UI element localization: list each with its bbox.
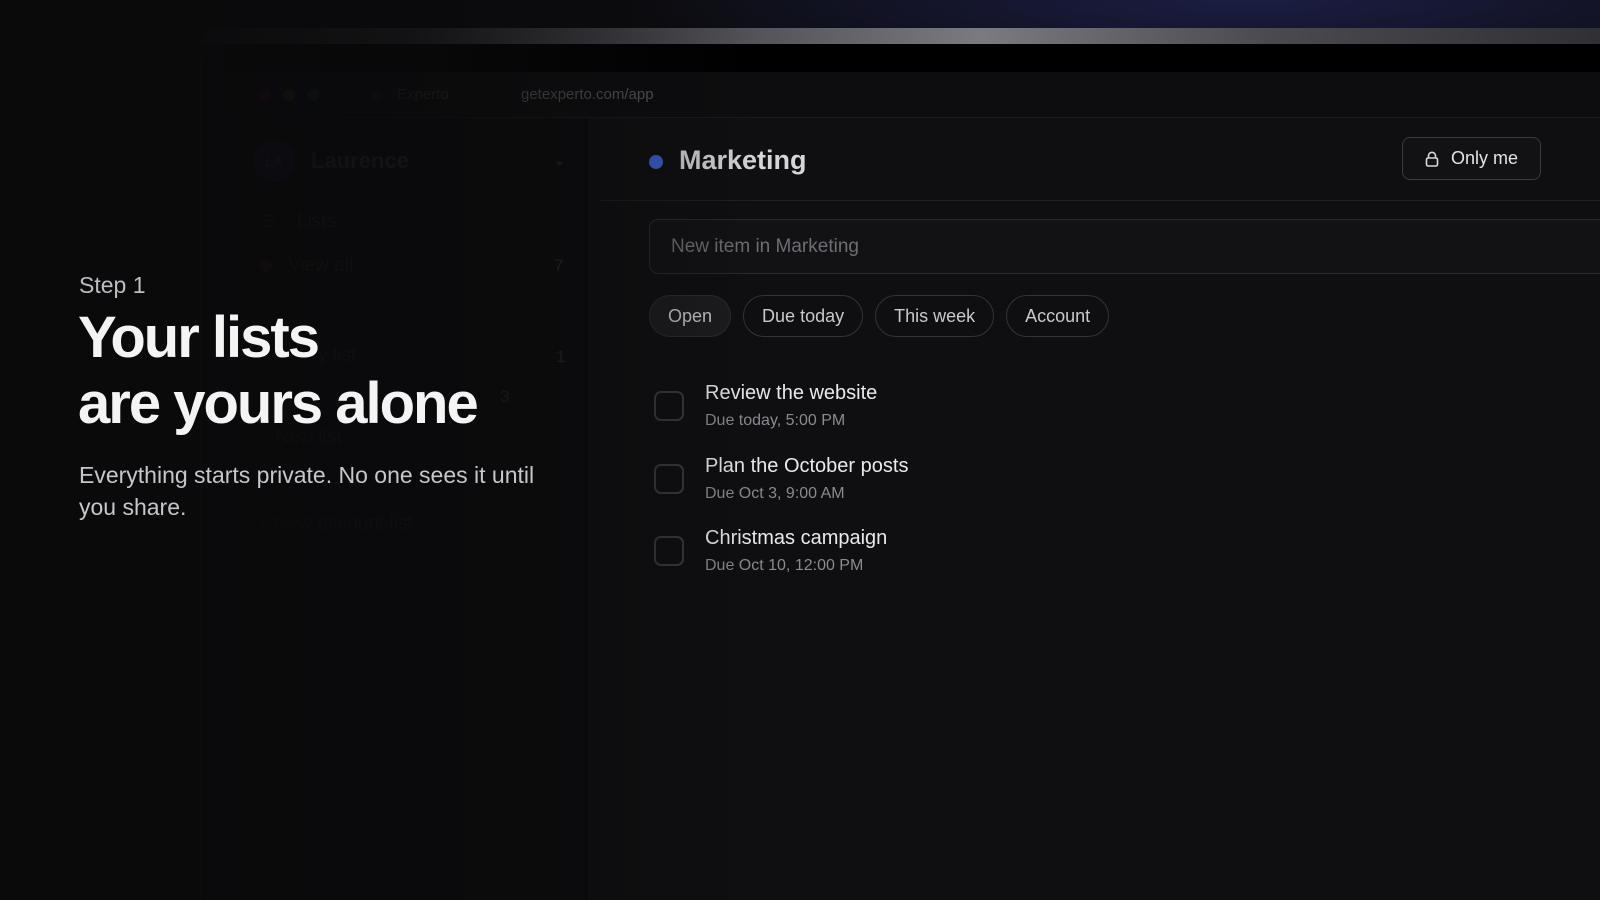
item-checkbox[interactable]	[654, 536, 684, 566]
sidebar-item-view-all[interactable]: View all	[288, 255, 353, 277]
list-item[interactable]: Christmas campaign Due Oct 10, 12:00 PM	[654, 525, 1254, 585]
list-item[interactable]: Plan the October posts Due Oct 3, 9:00 A…	[654, 453, 1254, 513]
screen-border	[226, 44, 1600, 72]
divider	[600, 200, 1600, 201]
sidebar-item-lists[interactable]: Lists	[297, 211, 336, 233]
item-title: Review the website	[705, 382, 878, 404]
item-due-date: Due Oct 3, 9:00 AM	[705, 485, 845, 502]
chevron-down-icon[interactable]: ⌄	[554, 152, 566, 169]
list-color-dot	[649, 155, 663, 169]
sharing-button[interactable]: Only me	[1402, 137, 1541, 180]
filter-chips: Open Due today This week Account	[649, 295, 1110, 337]
filter-due-today[interactable]: Due today	[743, 295, 864, 337]
avatar-initials: LA	[265, 153, 283, 169]
account-switcher[interactable]: Laurence	[311, 148, 409, 174]
item-checkbox[interactable]	[654, 464, 684, 494]
headline-line-1: Your lists	[78, 305, 320, 370]
list-icon: ☰	[261, 212, 277, 231]
close-window-button[interactable]	[259, 89, 271, 101]
page-title: Marketing	[679, 145, 807, 175]
new-item-field[interactable]	[649, 219, 1600, 274]
maximize-window-button[interactable]	[307, 89, 319, 101]
view-all-dot-icon	[259, 259, 272, 272]
headline-line-2: are yours alone	[78, 371, 479, 436]
subheadline: Everything starts private. No one sees i…	[79, 462, 535, 520]
lock-icon	[1425, 151, 1439, 167]
headline: Your lists are yours alone	[78, 305, 479, 437]
filter-open[interactable]: Open	[649, 295, 732, 337]
browser-tab-title[interactable]: Experto	[397, 86, 449, 103]
step-label: Step 1	[79, 272, 146, 298]
minimize-window-button[interactable]	[283, 89, 295, 101]
item-due-date: Due today, 5:00 PM	[705, 412, 846, 429]
list-count: 3	[500, 387, 510, 406]
item-title: Plan the October posts	[705, 455, 909, 477]
item-checkbox[interactable]	[654, 391, 684, 421]
item-title: Christmas campaign	[705, 527, 888, 549]
filter-this-week[interactable]: This week	[875, 295, 995, 337]
sharing-button-label: Only me	[1450, 148, 1519, 168]
avatar[interactable]: LA	[253, 140, 295, 182]
address-bar[interactable]: getexperto.com/app	[521, 86, 654, 103]
laptop-bezel	[200, 28, 1600, 44]
view-all-count: 7	[554, 256, 564, 275]
new-item-input[interactable]	[671, 235, 1600, 258]
list-item[interactable]: Review the website Due today, 5:00 PM	[654, 380, 1254, 440]
item-due-date: Due Oct 10, 12:00 PM	[705, 557, 864, 574]
my-list-count: 1	[556, 347, 566, 366]
site-favicon-icon: ◎	[372, 88, 383, 102]
filter-account[interactable]: Account	[1006, 295, 1110, 337]
